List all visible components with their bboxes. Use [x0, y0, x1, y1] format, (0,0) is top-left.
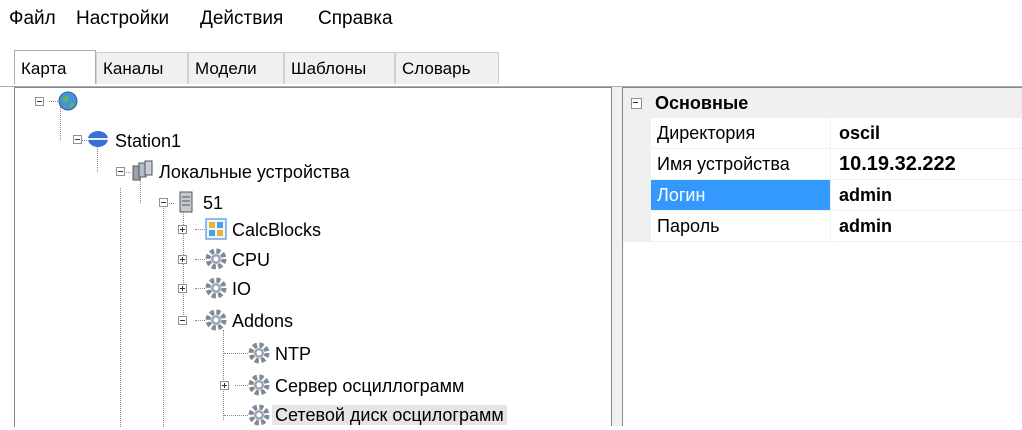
station-icon	[88, 131, 108, 147]
expand-toggle[interactable]	[178, 255, 187, 264]
tree-node-label: Station1	[115, 131, 182, 151]
tree-node-cpu[interactable]: CPU	[229, 245, 273, 275]
property-value[interactable]: admin	[833, 180, 1022, 211]
property-name: Имя устройства	[651, 149, 831, 180]
menu-bar: Файл Настройки Действия Справка	[0, 0, 1022, 40]
tree-node-label: CalcBlocks	[232, 220, 322, 240]
collapse-toggle[interactable]	[631, 98, 642, 109]
tab-templates[interactable]: Шаблоны	[284, 52, 395, 84]
tree-line	[195, 288, 205, 289]
gear-icon	[248, 374, 270, 396]
tree-line	[195, 259, 205, 260]
property-value[interactable]: admin	[833, 211, 1022, 242]
tab-channels[interactable]: Каналы	[96, 52, 188, 84]
property-group-header[interactable]: Основные	[623, 88, 1022, 118]
server-icon	[179, 191, 193, 213]
tree-node-local-devices[interactable]: Локальные устройства	[156, 157, 353, 187]
panel-splitter[interactable]	[611, 87, 623, 426]
tree-line	[195, 320, 205, 321]
property-value[interactable]: oscil	[833, 118, 1022, 149]
row-gutter	[623, 118, 651, 149]
tab-models[interactable]: Модели	[188, 52, 284, 84]
tree-node-calcblocks[interactable]: CalcBlocks	[229, 215, 324, 245]
tree-node-io[interactable]: IO	[229, 274, 254, 304]
gear-icon	[248, 404, 270, 426]
tree-line	[235, 385, 248, 386]
property-name: Пароль	[651, 211, 831, 242]
property-name: Директория	[651, 118, 831, 149]
row-gutter	[623, 180, 651, 211]
expand-toggle[interactable]	[178, 225, 187, 234]
tree-node-device[interactable]: 51	[200, 188, 226, 218]
row-gutter	[623, 149, 651, 180]
gear-icon	[248, 342, 270, 364]
blocks-icon	[205, 218, 227, 240]
menu-settings[interactable]: Настройки	[76, 8, 169, 30]
expand-toggle[interactable]	[178, 284, 187, 293]
property-row[interactable]: Имя устройства 10.19.32.222	[623, 149, 1022, 180]
tab-strip: Карта Каналы Модели Шаблоны Словарь	[0, 50, 1022, 86]
property-row[interactable]: Пароль admin	[623, 211, 1022, 242]
gear-icon	[205, 248, 227, 270]
tree-node-label: NTP	[275, 344, 311, 364]
gear-icon	[205, 277, 227, 299]
collapse-toggle[interactable]	[178, 316, 187, 325]
property-row[interactable]: Логин admin	[623, 180, 1022, 211]
property-row[interactable]: Директория oscil	[623, 118, 1022, 149]
tree-node-osc-server[interactable]: Сервер осциллограмм	[272, 371, 467, 401]
property-value[interactable]: 10.19.32.222	[833, 149, 1022, 180]
tab-dictionary[interactable]: Словарь	[395, 52, 499, 84]
gear-icon	[205, 309, 227, 331]
collapse-toggle[interactable]	[35, 97, 44, 106]
menu-help[interactable]: Справка	[318, 8, 393, 30]
globe-icon	[58, 91, 78, 111]
collapse-toggle[interactable]	[73, 135, 82, 144]
tree-node-label: Сервер осциллограмм	[275, 376, 465, 396]
tree-node-label: IO	[232, 279, 252, 299]
devices-icon	[132, 160, 153, 181]
tree-node-label: Addons	[232, 311, 294, 331]
tab-map[interactable]: Карта	[14, 50, 96, 84]
collapse-toggle[interactable]	[116, 167, 125, 176]
tree-line	[223, 330, 224, 420]
device-tree[interactable]: Station1 Локальные устройства 51 CalcBlo…	[14, 87, 611, 427]
property-name: Логин	[651, 180, 831, 211]
tree-line	[195, 229, 205, 230]
menu-actions[interactable]: Действия	[200, 8, 283, 30]
tree-line	[224, 353, 248, 354]
tree-node-label: Сетевой диск осцилограмм	[272, 405, 507, 425]
property-grid: Основные Директория oscil Имя устройства…	[623, 87, 1022, 427]
tree-node-label: CPU	[232, 250, 271, 270]
row-gutter	[623, 211, 651, 242]
collapse-toggle[interactable]	[159, 198, 168, 207]
tree-node-label: Локальные устройства	[159, 162, 350, 182]
menu-file[interactable]: Файл	[9, 8, 56, 30]
tree-line	[224, 415, 248, 416]
tree-node-ntp[interactable]: NTP	[272, 339, 314, 369]
tree-line	[120, 188, 121, 427]
tree-node-label: 51	[203, 193, 224, 213]
tree-node-station[interactable]: Station1	[112, 126, 184, 156]
property-group-title: Основные	[655, 93, 749, 113]
expand-toggle[interactable]	[220, 381, 229, 390]
tree-node-addons[interactable]: Addons	[229, 306, 296, 336]
tree-line	[163, 208, 164, 427]
